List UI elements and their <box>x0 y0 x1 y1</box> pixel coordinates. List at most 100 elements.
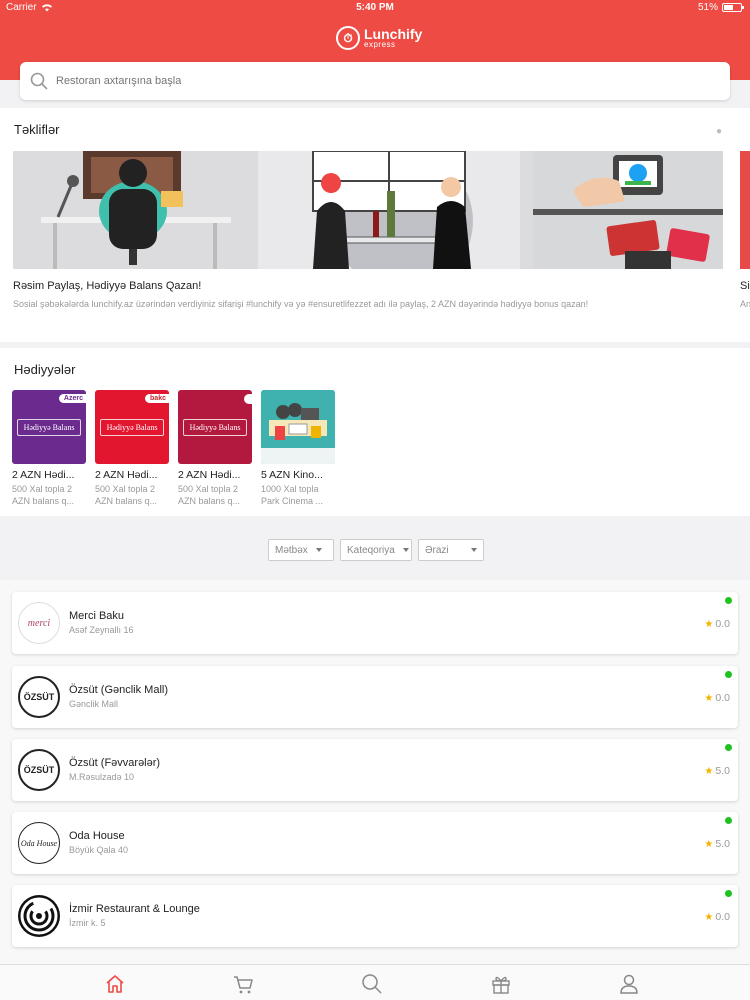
restaurant-name: Merci Baku <box>69 610 125 622</box>
star-icon: ★ <box>704 692 714 704</box>
chevron-down-icon <box>402 548 409 552</box>
chevron-down-icon <box>315 548 322 552</box>
gift-name: 2 AZN Hədi... <box>95 469 158 481</box>
izmir-logo-icon <box>18 895 60 937</box>
merci-logo-text: merci <box>27 617 51 629</box>
tab-profile[interactable] <box>618 973 642 997</box>
next-offer-title: Si <box>740 280 750 292</box>
restaurant-address: M.Rəsulzadə 10 <box>69 772 135 782</box>
restaurant-logo <box>18 895 60 937</box>
logo-text: Lunchify express <box>364 27 422 49</box>
rating-value: 0.0 <box>715 692 730 704</box>
star-icon: ★ <box>704 838 714 850</box>
search-bar[interactable] <box>20 62 730 100</box>
rating-value: 5.0 <box>715 838 730 850</box>
restaurant-row[interactable]: İzmir Restaurant & Lounge İzmir k. 5 ★ 0.… <box>12 885 738 947</box>
offer-illustration <box>13 151 723 269</box>
restaurant-rating: ★ 0.0 <box>704 618 730 630</box>
gift-sub-1: 500 Xal topla 2 <box>12 484 73 494</box>
gift-sub-1: 500 Xal topla 2 <box>95 484 156 494</box>
oda-logo-text: Oda House <box>20 838 58 848</box>
filter-bar: Mətbəx Kateqoriya Ərazi <box>268 539 484 561</box>
category-filter[interactable]: Kateqoriya <box>340 539 412 561</box>
restaurant-row[interactable]: merci Merci Baku Asəf Zeynallı 16 ★ 0.0 <box>12 592 738 654</box>
restaurant-address: Gənclik Mall <box>69 699 119 709</box>
next-offer-description: An <box>740 299 750 309</box>
gift-sub-2: AZN balans q... <box>12 496 75 506</box>
tab-gifts[interactable] <box>490 973 514 997</box>
gift-sub-2: Park Cinema ... <box>261 496 324 506</box>
restaurant-rating: ★ 0.0 <box>704 911 730 923</box>
offer-description: Sosial şəbəkələrda lunchify.az üzərindən… <box>13 299 589 309</box>
gift-balance-label: Hədiyyə Balans <box>183 418 247 436</box>
kitchen-filter[interactable]: Mətbəx <box>268 539 334 561</box>
next-offer-banner[interactable] <box>740 151 750 269</box>
rating-value: 5.0 <box>715 765 730 777</box>
restaurant-row[interactable]: ÖZSÜT Özsüt (Fəvvarələr) M.Rəsulzadə 10 … <box>12 739 738 801</box>
offers-title: Təkliflər <box>14 122 60 137</box>
battery-percent: 51% <box>697 2 718 13</box>
tab-cart[interactable] <box>232 973 256 997</box>
restaurant-address: İzmir k. 5 <box>69 918 106 928</box>
star-icon: ★ <box>704 911 714 923</box>
online-status-dot <box>725 671 732 678</box>
search-icon <box>30 72 48 90</box>
ozsut-logo-text: ÖZSÜT <box>23 765 55 775</box>
area-filter[interactable]: Ərazi <box>418 539 484 561</box>
gift-sub-2: AZN balans q... <box>95 496 158 506</box>
restaurant-name: Oda House <box>69 830 125 842</box>
online-status-dot <box>725 817 732 824</box>
gift-brand-badge <box>244 394 252 404</box>
restaurant-rating: ★ 5.0 <box>704 765 730 777</box>
logo-name: Lunchify <box>364 26 423 42</box>
gift-balance-label: Hədiyyə Balans <box>17 418 81 436</box>
status-bar: Carrier 5:40 PM 51% <box>0 0 750 16</box>
gift-image: Hədiyyə Balans <box>178 390 252 464</box>
chevron-down-icon <box>471 548 477 552</box>
gift-brand-badge: Azerc <box>58 394 86 403</box>
offers-section: Təkliflər ● Rəsim Paylaş, Hədiyyə Balans… <box>0 108 750 342</box>
gift-sub-2: AZN balans q... <box>178 496 241 506</box>
tab-search[interactable] <box>361 973 385 997</box>
category-filter-label: Kateqoriya <box>347 544 395 556</box>
gift-card[interactable]: 5 AZN Kino... 1000 Xal topla Park Cinema… <box>261 390 335 507</box>
status-right: 51% <box>697 2 744 13</box>
kitchen-filter-label: Mətbəx <box>275 544 308 556</box>
battery-icon <box>722 3 744 12</box>
online-status-dot <box>725 890 732 897</box>
gift-brand-badge: bakc <box>145 394 169 403</box>
restaurant-rating: ★ 0.0 <box>704 692 730 704</box>
offer-title: Rəsim Paylaş, Hədiyyə Balans Qazan! <box>13 280 202 292</box>
rating-value: 0.0 <box>715 618 730 630</box>
gifts-section: Hədiyyələr Azerc Hədiyyə Balans 2 AZN Hə… <box>0 348 750 516</box>
offer-banner[interactable] <box>13 151 723 269</box>
gift-image: Azerc Hədiyyə Balans <box>12 390 86 464</box>
tab-bar <box>0 964 750 1000</box>
rating-value: 0.0 <box>715 911 730 923</box>
home-icon <box>106 975 124 993</box>
area-filter-label: Ərazi <box>425 544 449 556</box>
restaurant-rating: ★ 5.0 <box>704 838 730 850</box>
online-status-dot <box>725 744 732 751</box>
tab-home[interactable] <box>104 973 128 997</box>
restaurant-row[interactable]: Oda House Oda House Böyük Qala 40 ★ 5.0 <box>12 812 738 874</box>
gift-card[interactable]: Hədiyyə Balans 2 AZN Hədi... 500 Xal top… <box>178 390 252 507</box>
restaurant-name: Özsüt (Fəvvarələr) <box>69 757 161 769</box>
restaurant-address: Asəf Zeynallı 16 <box>69 625 134 635</box>
restaurant-logo: Oda House <box>18 822 60 864</box>
logo-clock-icon: ⏱ <box>336 26 360 50</box>
gift-card[interactable]: Azerc Hədiyyə Balans 2 AZN Hədi... 500 X… <box>12 390 86 507</box>
online-status-dot <box>725 597 732 604</box>
gift-icon <box>492 976 510 994</box>
gift-card[interactable]: bakc Hədiyyə Balans 2 AZN Hədi... 500 Xa… <box>95 390 169 507</box>
status-time: 5:40 PM <box>356 2 394 13</box>
gift-balance-label: Hədiyyə Balans <box>100 418 164 436</box>
restaurant-address: Böyük Qala 40 <box>69 845 129 855</box>
gift-image <box>261 390 335 464</box>
search-input[interactable] <box>56 75 696 87</box>
restaurant-row[interactable]: ÖZSÜT Özsüt (Gənclik Mall) Gənclik Mall … <box>12 666 738 728</box>
restaurant-logo: ÖZSÜT <box>18 676 60 718</box>
gift-name: 2 AZN Hədi... <box>12 469 75 481</box>
search-icon <box>362 974 382 994</box>
ozsut-logo-text: ÖZSÜT <box>23 692 55 702</box>
